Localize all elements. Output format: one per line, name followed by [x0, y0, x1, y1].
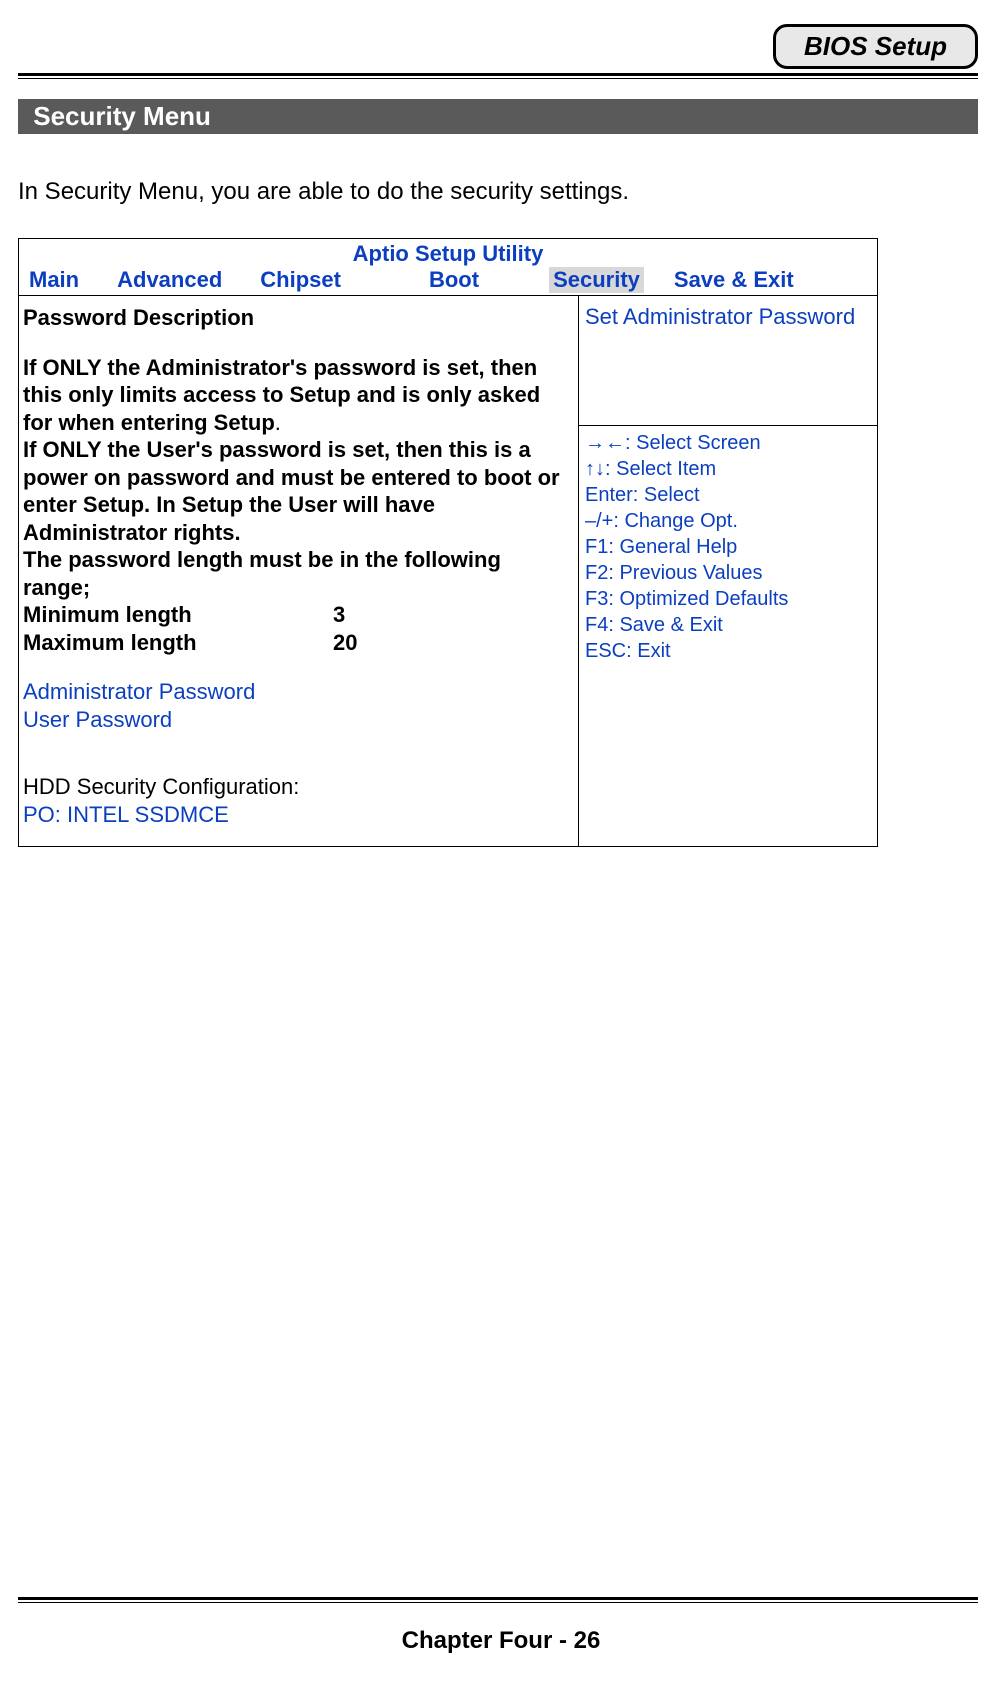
period: . [275, 410, 281, 435]
tab-security[interactable]: Security [549, 267, 644, 293]
hint-select-item: ↑↓: Select Item [585, 456, 871, 482]
tab-chipset[interactable]: Chipset [260, 267, 341, 293]
footer-rule [18, 1597, 978, 1603]
header-row: BIOS Setup [18, 24, 978, 69]
hint-esc-exit: ESC: Exit [585, 638, 871, 664]
intro-text: In Security Menu, you are able to do the… [18, 178, 978, 206]
user-password-item[interactable]: User Password [23, 706, 572, 734]
administrator-password-item[interactable]: Administrator Password [23, 678, 572, 706]
max-length-row: Maximum length 20 [23, 629, 572, 657]
tab-save-exit[interactable]: Save & Exit [674, 267, 794, 293]
min-length-label: Minimum length [23, 601, 333, 629]
hdd-security-configuration-label: HDD Security Configuration: [23, 773, 572, 801]
bios-title-row: Aptio Setup Utility Main Advanced Chipse… [19, 239, 877, 296]
bios-right-pane: Set Administrator Password →←: Select Sc… [579, 296, 877, 846]
section-title-bar: Security Menu [18, 99, 978, 134]
password-description-heading: Password Description [23, 304, 572, 332]
min-length-value: 3 [333, 601, 345, 629]
section-title: Security Menu [33, 101, 211, 131]
key-hints: →←: Select Screen ↑↓: Select Item Enter:… [579, 426, 877, 846]
max-length-label: Maximum length [23, 629, 333, 657]
admin-password-paragraph: If ONLY the Administrator's password is … [23, 355, 540, 435]
hint-f2-previous-values: F2: Previous Values [585, 560, 871, 586]
min-length-row: Minimum length 3 [23, 601, 572, 629]
tab-advanced[interactable]: Advanced [117, 267, 222, 293]
hint-f1-general-help: F1: General Help [585, 534, 871, 560]
bios-body: Password Description If ONLY the Adminis… [19, 296, 877, 846]
header-rule [18, 73, 978, 79]
footer: Chapter Four - 26 [0, 1597, 1002, 1655]
hint-f4-save-exit: F4: Save & Exit [585, 612, 871, 638]
bios-left-pane: Password Description If ONLY the Adminis… [19, 296, 579, 846]
bios-tabs: Main Advanced Chipset Boot Security Save… [19, 267, 877, 295]
hdd-drive-item[interactable]: PO: INTEL SSDMCE [23, 801, 572, 829]
hint-change-opt: –/+: Change Opt. [585, 508, 871, 534]
help-description: Set Administrator Password [579, 296, 877, 426]
page-tab-bios-setup: BIOS Setup [773, 24, 978, 69]
password-length-paragraph: The password length must be in the follo… [23, 546, 572, 601]
hint-enter-select: Enter: Select [585, 482, 871, 508]
bios-utility-title: Aptio Setup Utility [19, 239, 877, 267]
tab-main[interactable]: Main [29, 267, 79, 293]
max-length-value: 20 [333, 629, 357, 657]
tab-boot[interactable]: Boot [429, 267, 479, 293]
hint-f3-optimized-defaults: F3: Optimized Defaults [585, 586, 871, 612]
footer-text: Chapter Four - 26 [0, 1627, 1002, 1655]
hint-select-screen: →←: Select Screen [585, 430, 871, 456]
user-password-paragraph: If ONLY the User's password is set, then… [23, 436, 572, 546]
bios-utility-box: Aptio Setup Utility Main Advanced Chipse… [18, 238, 878, 847]
